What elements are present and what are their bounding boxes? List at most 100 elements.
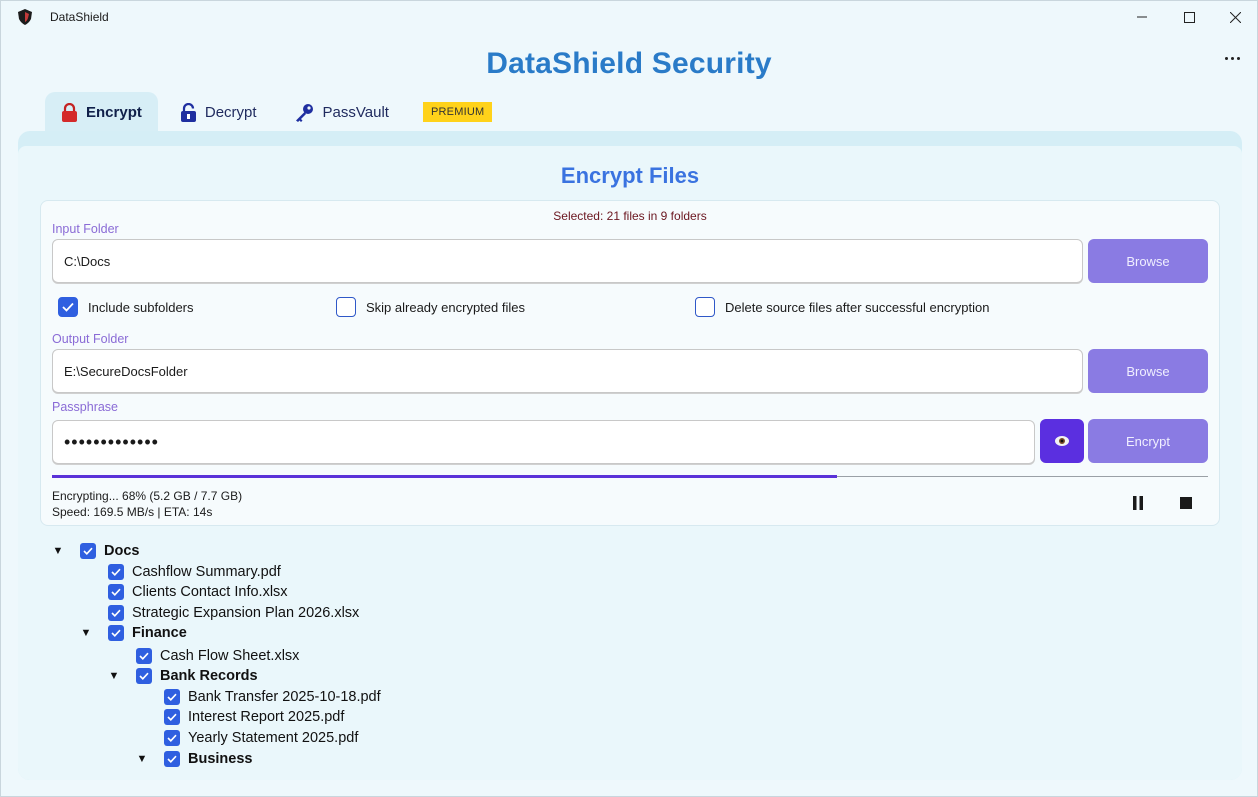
tree-folder-row[interactable]: ▼ Docs	[52, 541, 139, 561]
tree-folder-row[interactable]: ▼ Finance	[80, 623, 187, 643]
tree-item-name: Cash Flow Sheet.xlsx	[160, 647, 300, 664]
tab-encrypt[interactable]: Encrypt	[45, 92, 158, 132]
tree-checkbox[interactable]	[164, 709, 180, 726]
tab-passvault[interactable]: PassVault	[279, 92, 405, 132]
tree-file-row[interactable]: Interest Report 2025.pdf	[164, 707, 344, 727]
checkmark-icon	[62, 302, 74, 312]
passphrase-field[interactable]: •••••••••••••	[52, 420, 1035, 464]
checkmark-icon	[167, 734, 177, 742]
tree-item-name: Finance	[132, 625, 187, 642]
tree-item-name: Interest Report 2025.pdf	[188, 709, 345, 726]
progress-speed: Speed: 169.5 MB/s | ETA: 14s	[52, 505, 213, 519]
tree-file-row[interactable]: Bank Transfer 2025-10-18.pdf	[164, 687, 381, 707]
checkmark-icon	[139, 672, 149, 681]
checkmark-icon	[111, 609, 121, 617]
tree-checkbox[interactable]	[108, 563, 124, 580]
app-window: DataShield DataShield Security Encrypt D…	[0, 0, 1258, 797]
tree-checkbox[interactable]	[136, 668, 152, 685]
more-dot-icon	[1236, 56, 1240, 60]
section-title: Encrypt Files	[560, 163, 700, 188]
checkmark-icon	[139, 652, 149, 660]
skip-encrypted-checkbox[interactable]	[336, 297, 356, 317]
tree-file-row[interactable]: Cashflow Summary.pdf	[108, 562, 281, 582]
tree-checkbox[interactable]	[164, 750, 180, 767]
skip-encrypted-label: Skip already encrypted files	[366, 299, 525, 315]
expand-arrow-icon[interactable]: ▼	[80, 627, 92, 639]
tree-file-row[interactable]: Cash Flow Sheet.xlsx	[136, 646, 299, 666]
checkmark-icon	[167, 755, 177, 763]
tree-item-name: Bank Transfer 2025-10-18.pdf	[188, 688, 381, 705]
checkmark-icon	[83, 547, 93, 555]
tree-item-name: Business	[188, 750, 253, 767]
option-include-subfolders[interactable]: Include subfolders	[58, 297, 194, 317]
pause-button[interactable]	[1127, 492, 1149, 514]
output-browse-button[interactable]: Browse	[1088, 349, 1208, 393]
tree-folder-row[interactable]: ▼ Bank Records	[108, 666, 258, 686]
progress-status: Encrypting... 68% (5.2 GB / 7.7 GB)	[52, 489, 243, 503]
pause-icon	[1133, 496, 1143, 510]
tree-checkbox[interactable]	[164, 729, 180, 746]
tree-folder-row[interactable]: ▼ Business	[136, 749, 252, 769]
stop-button[interactable]	[1175, 492, 1197, 514]
tree-checkbox[interactable]	[136, 647, 152, 664]
maximize-button[interactable]	[1166, 1, 1212, 33]
more-dot-icon	[1224, 56, 1228, 60]
tree-checkbox[interactable]	[108, 625, 124, 642]
key-icon	[295, 103, 315, 122]
minimize-button[interactable]	[1119, 1, 1165, 33]
lock-icon	[61, 102, 78, 122]
option-skip-encrypted[interactable]: Skip already encrypted files	[336, 297, 525, 317]
maximize-icon	[1183, 11, 1195, 23]
input-folder-label: Input Folder	[52, 222, 119, 236]
more-dot-icon	[1230, 56, 1234, 60]
include-subfolders-checkbox[interactable]	[58, 297, 78, 317]
include-subfolders-label: Include subfolders	[88, 299, 194, 315]
tree-item-name: Bank Records	[160, 668, 258, 685]
output-folder-field[interactable]: E:\SecureDocsFolder	[52, 349, 1083, 393]
tab-decrypt[interactable]: Decrypt	[164, 92, 273, 132]
tab-bar: Encrypt Decrypt PassVault PREMIUM	[45, 92, 493, 132]
input-browse-button[interactable]: Browse	[1088, 239, 1208, 283]
delete-source-checkbox[interactable]	[695, 297, 715, 317]
tab-decrypt-label: Decrypt	[204, 103, 257, 121]
tree-file-row[interactable]: Yearly Statement 2025.pdf	[164, 728, 358, 748]
close-button[interactable]	[1212, 1, 1258, 33]
checkmark-icon	[111, 588, 121, 597]
more-options-button[interactable]	[1219, 47, 1245, 69]
tab-passvault-label: PassVault	[322, 103, 389, 121]
progress-bar	[52, 475, 838, 478]
tree-item-name: Docs	[104, 543, 140, 559]
tree-checkbox[interactable]	[108, 584, 124, 601]
tree-file-row[interactable]: Strategic Expansion Plan 2026.xlsx	[108, 603, 359, 623]
premium-badge: PREMIUM	[422, 102, 493, 122]
show-passphrase-button[interactable]	[1040, 419, 1084, 463]
checkmark-icon	[111, 630, 121, 638]
option-delete-source[interactable]: Delete source files after successful enc…	[695, 297, 989, 317]
expand-arrow-icon[interactable]: ▼	[52, 545, 64, 557]
stop-icon	[1180, 497, 1192, 509]
tree-checkbox[interactable]	[164, 688, 180, 705]
checkmark-icon	[167, 693, 177, 701]
shield-icon	[18, 9, 32, 25]
close-icon	[1229, 11, 1241, 23]
selection-summary: Selected: 21 files in 9 folders	[553, 209, 707, 223]
input-folder-field[interactable]: C:\Docs	[52, 239, 1083, 283]
tab-encrypt-label: Encrypt	[86, 103, 142, 121]
tree-item-name: Cashflow Summary.pdf	[132, 563, 281, 580]
encrypt-button[interactable]: Encrypt	[1088, 419, 1208, 463]
output-folder-label: Output Folder	[52, 332, 129, 346]
tree-item-name: Strategic Expansion Plan 2026.xlsx	[132, 604, 360, 621]
app-header-title: DataShield Security	[486, 47, 772, 80]
tree-item-name: Yearly Statement 2025.pdf	[188, 729, 359, 746]
unlock-icon	[180, 102, 197, 122]
tree-file-row[interactable]: Clients Contact Info.xlsx	[108, 582, 288, 602]
minimize-icon	[1137, 16, 1147, 18]
passphrase-label: Passphrase	[52, 400, 119, 414]
tree-checkbox[interactable]	[80, 543, 96, 559]
delete-source-label: Delete source files after successful enc…	[725, 299, 990, 315]
expand-arrow-icon[interactable]: ▼	[108, 670, 120, 682]
expand-arrow-icon[interactable]: ▼	[136, 753, 148, 765]
title-bar: DataShield	[1, 1, 1257, 33]
eye-icon	[1055, 436, 1069, 446]
tree-checkbox[interactable]	[108, 604, 124, 621]
